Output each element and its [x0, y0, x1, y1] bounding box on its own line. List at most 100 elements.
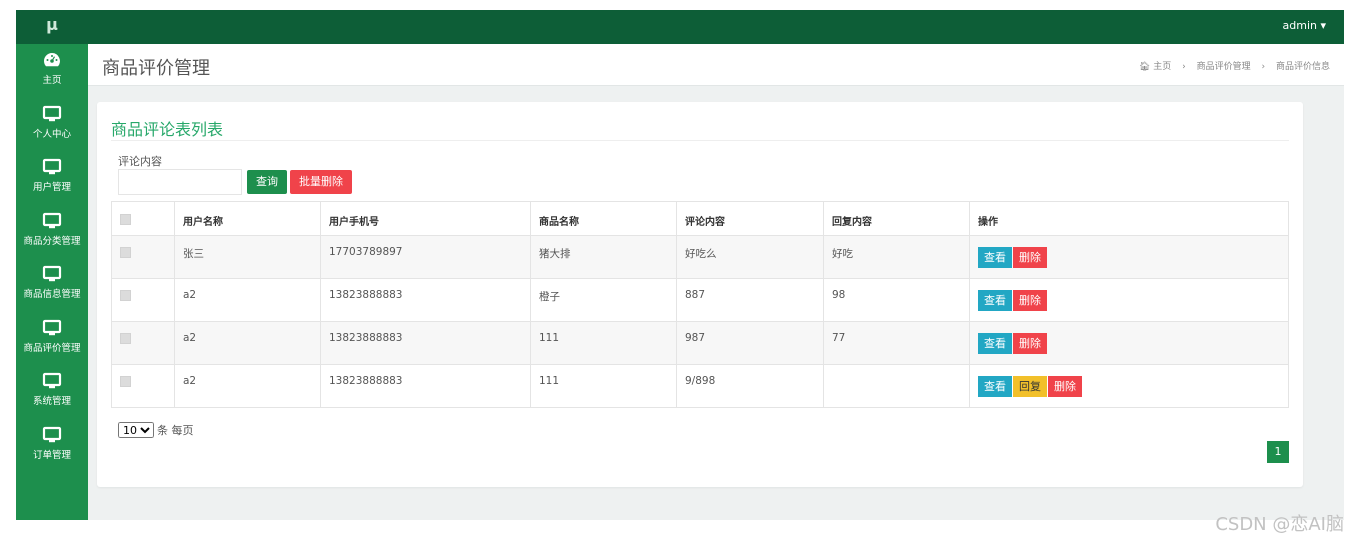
- breadcrumb-section[interactable]: 商品评价管理: [1197, 62, 1251, 72]
- breadcrumb: 🏠︎ 主页 › 商品评价管理 › 商品评价信息: [1139, 59, 1330, 72]
- cell-phone: 13823888883: [320, 278, 531, 322]
- col-reply: 回复内容: [823, 201, 970, 236]
- cell-reply: [823, 364, 970, 408]
- sidebar-item-0[interactable]: 主页: [16, 44, 88, 98]
- cell-phone: 17703789897: [320, 235, 531, 279]
- app-logo: μ: [16, 10, 88, 44]
- cell-reply: 77: [823, 321, 970, 365]
- cell-comment: 9/898: [676, 364, 824, 408]
- sidebar-item-label: 系统管理: [32, 396, 71, 407]
- cell-user: a2: [174, 278, 321, 322]
- cell-reply: 98: [823, 278, 970, 322]
- sidebar-item-5[interactable]: 商品评价管理: [16, 312, 88, 366]
- monitor-icon: [42, 372, 62, 390]
- view-button[interactable]: 查看: [978, 290, 1012, 311]
- sidebar-item-label: 主页: [42, 75, 62, 86]
- table-row: a2 13823888883 111 987 77 查看 删除: [111, 321, 1289, 365]
- view-button[interactable]: 查看: [978, 333, 1012, 354]
- col-actions: 操作: [969, 201, 1289, 236]
- delete-button[interactable]: 删除: [1013, 247, 1047, 268]
- row-checkbox[interactable]: [120, 376, 131, 387]
- search-label: 评论内容: [118, 155, 162, 168]
- row-select-cell: [111, 235, 175, 279]
- watermark: CSDN @恋AI脑: [1215, 514, 1344, 535]
- sidebar-nav: 主页个人中心用户管理商品分类管理 商品信息管理 商品评价管理 系统管理订单管理: [16, 44, 88, 472]
- home-icon: 🏠︎: [1138, 62, 1151, 72]
- row-checkbox[interactable]: [120, 290, 131, 301]
- delete-button[interactable]: 删除: [1048, 376, 1082, 397]
- col-phone: 用户手机号: [320, 201, 531, 236]
- batch-delete-button[interactable]: 批量删除: [290, 170, 352, 194]
- view-button[interactable]: 查看: [978, 247, 1012, 268]
- page-title: 商品评价管理: [102, 58, 210, 79]
- cell-user: a2: [174, 321, 321, 365]
- page-size-select[interactable]: 10: [118, 422, 154, 438]
- sidebar-item-3[interactable]: 商品分类管理: [16, 205, 88, 259]
- breadcrumb-current: 商品评价信息: [1275, 62, 1330, 72]
- cell-product: 111: [530, 364, 677, 408]
- col-user: 用户名称: [174, 201, 321, 236]
- table-header-row: 用户名称 用户手机号 商品名称 评论内容 回复内容 操作: [111, 201, 1289, 236]
- cell-reply: 好吃: [823, 235, 970, 279]
- cell-comment: 887: [676, 278, 824, 322]
- table-body: 张三 17703789897 猪大排 好吃么 好吃 查看 删除 a2 13823888883 橙子…: [111, 235, 1289, 408]
- sidebar: μ 主页个人中心用户管理商品分类管理 商品信息管理 商品评价管理 系统管理订单管理: [16, 10, 88, 520]
- sidebar-item-label: 用户管理: [32, 182, 71, 193]
- cell-comment: 好吃么: [676, 235, 824, 279]
- divider: [111, 140, 1289, 141]
- view-button[interactable]: 查看: [978, 376, 1012, 397]
- cell-phone: 13823888883: [320, 364, 531, 408]
- sidebar-item-4[interactable]: 商品信息管理: [16, 258, 88, 312]
- cell-actions: 查看 删除: [969, 321, 1289, 365]
- cell-actions: 查看 删除: [969, 278, 1289, 322]
- select-all-checkbox[interactable]: [120, 214, 131, 225]
- user-menu[interactable]: admin ▾: [1283, 19, 1326, 32]
- monitor-icon: [42, 212, 62, 230]
- sidebar-item-2[interactable]: 用户管理: [16, 151, 88, 205]
- cell-product: 111: [530, 321, 677, 365]
- monitor-icon: [42, 158, 62, 176]
- top-bar: admin ▾: [88, 10, 1344, 44]
- breadcrumb-separator: ›: [1182, 62, 1186, 72]
- breadcrumb-home[interactable]: 主页: [1153, 62, 1171, 72]
- comment-search-input[interactable]: [118, 169, 242, 195]
- query-button[interactable]: 查询: [247, 170, 287, 194]
- sidebar-item-1[interactable]: 个人中心: [16, 98, 88, 152]
- sidebar-item-label: 个人中心: [32, 128, 71, 140]
- col-comment: 评论内容: [676, 201, 824, 236]
- comments-table: 用户名称 用户手机号 商品名称 评论内容 回复内容 操作 张三 177037898…: [111, 201, 1289, 408]
- sidebar-item-6[interactable]: 系统管理: [16, 365, 88, 419]
- page-button-1[interactable]: 1: [1267, 441, 1289, 463]
- cell-actions: 查看 回复 删除: [969, 364, 1289, 408]
- sidebar-item-7[interactable]: 订单管理: [16, 419, 88, 473]
- pager: 10 条 每页: [118, 422, 194, 438]
- per-page-label: 条 每页: [157, 424, 194, 437]
- breadcrumb-separator: ›: [1261, 62, 1266, 72]
- row-select-cell: [111, 364, 175, 408]
- select-all-cell: [111, 201, 175, 236]
- title-bar: 商品评价管理 🏠︎ 主页 › 商品评价管理 › 商品评价信息: [88, 44, 1344, 86]
- monitor-icon: [42, 319, 62, 337]
- sidebar-item-label: 商品分类管理: [23, 235, 81, 247]
- cell-product: 猪大排: [530, 235, 677, 279]
- cell-product: 橙子: [530, 278, 677, 322]
- monitor-icon: [42, 105, 62, 123]
- monitor-icon: [42, 265, 62, 283]
- sidebar-item-label: 商品评价管理: [23, 342, 81, 354]
- cell-comment: 987: [676, 321, 824, 365]
- row-checkbox[interactable]: [120, 333, 131, 344]
- table-row: 张三 17703789897 猪大排 好吃么 好吃 查看 删除: [111, 235, 1289, 279]
- delete-button[interactable]: 删除: [1013, 333, 1047, 354]
- delete-button[interactable]: 删除: [1013, 290, 1047, 311]
- cell-user: 张三: [174, 235, 321, 279]
- row-select-cell: [111, 321, 175, 365]
- sidebar-item-label: 商品信息管理: [23, 289, 81, 300]
- cell-phone: 13823888883: [320, 321, 531, 365]
- cell-user: a2: [174, 364, 321, 408]
- sidebar-item-label: 订单管理: [32, 449, 71, 461]
- table-row: a2 13823888883 橙子 887 98 查看 删除: [111, 278, 1289, 322]
- table-row: a2 13823888883 111 9/898 查看 回复 删除: [111, 364, 1289, 408]
- reply-button[interactable]: 回复: [1013, 376, 1047, 397]
- row-checkbox[interactable]: [120, 247, 131, 258]
- cell-actions: 查看 删除: [969, 235, 1289, 279]
